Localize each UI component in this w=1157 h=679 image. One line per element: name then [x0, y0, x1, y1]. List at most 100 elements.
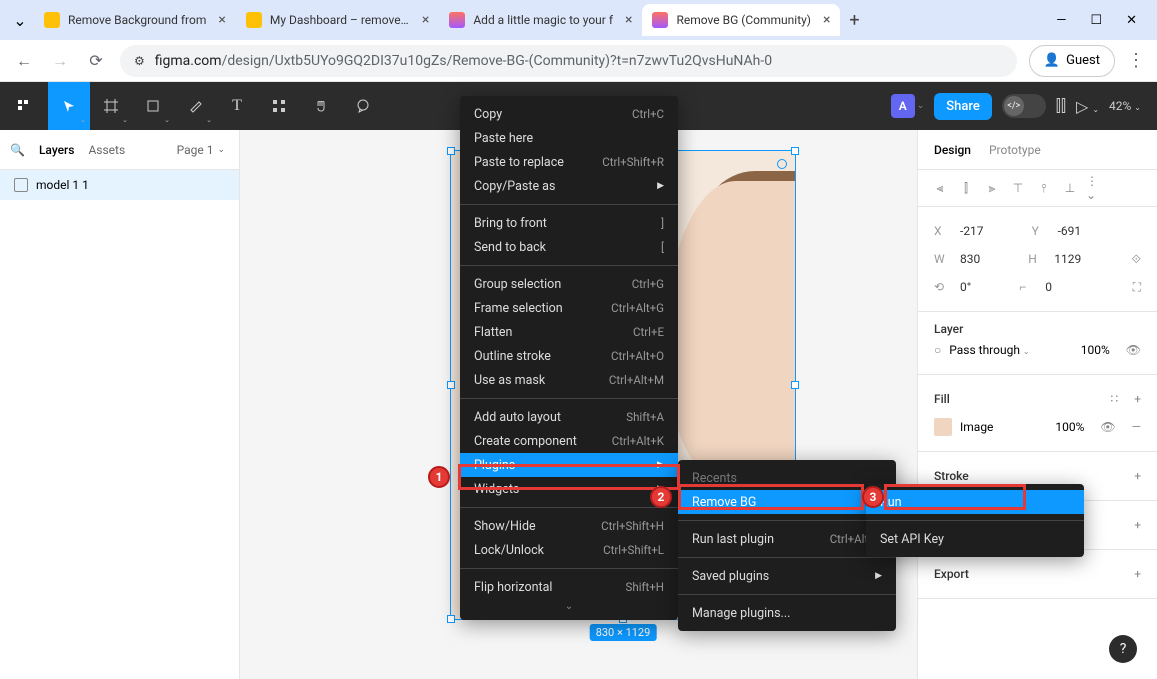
- search-icon[interactable]: 🔍: [10, 143, 25, 157]
- hand-tool[interactable]: [300, 82, 342, 130]
- site-info-icon[interactable]: ⚙: [134, 54, 145, 68]
- align-left-icon[interactable]: ⫷: [930, 178, 950, 198]
- minimize-icon[interactable]: —: [1056, 13, 1066, 28]
- frame-tool[interactable]: ⌄: [90, 82, 132, 130]
- styles-icon[interactable]: ∷: [1111, 392, 1119, 406]
- comment-tool[interactable]: [342, 82, 384, 130]
- assets-tab[interactable]: Assets: [88, 143, 125, 157]
- help-button[interactable]: ?: [1109, 635, 1137, 663]
- present-button[interactable]: ▷ ⌄: [1076, 97, 1099, 116]
- zoom-level[interactable]: 42% ⌄: [1109, 99, 1141, 113]
- back-button[interactable]: ←: [12, 49, 36, 73]
- align-hcenter-icon[interactable]: ⫿: [956, 178, 976, 198]
- independent-corners-icon[interactable]: ⛶: [1133, 280, 1141, 295]
- radius-input[interactable]: 0: [1045, 280, 1052, 294]
- visibility-icon[interactable]: 👁: [1126, 343, 1141, 357]
- text-tool[interactable]: T: [216, 82, 258, 130]
- menu-item[interactable]: Paste here: [460, 126, 678, 150]
- menu-item[interactable]: Add auto layoutShift+A: [460, 405, 678, 429]
- browser-tab-active[interactable]: Remove BG (Community) ×: [642, 4, 840, 36]
- resize-handle[interactable]: [447, 615, 455, 623]
- menu-item[interactable]: Saved plugins▶: [678, 564, 896, 588]
- menu-item[interactable]: Widgets▶: [460, 477, 678, 501]
- pen-tool[interactable]: ⌄: [174, 82, 216, 130]
- align-vcenter-icon[interactable]: ⫯: [1034, 178, 1054, 198]
- add-export-button[interactable]: +: [1134, 567, 1141, 581]
- tab-search-dropdown[interactable]: ⌄: [6, 6, 34, 34]
- resources-tool[interactable]: [258, 82, 300, 130]
- close-icon[interactable]: ×: [625, 12, 632, 28]
- close-icon[interactable]: ×: [823, 12, 830, 28]
- align-top-icon[interactable]: ⊤: [1008, 178, 1028, 198]
- resize-handle[interactable]: [447, 381, 455, 389]
- browser-tab[interactable]: Add a little magic to your f ×: [439, 4, 642, 36]
- add-fill-button[interactable]: +: [1134, 392, 1141, 406]
- remove-fill-button[interactable]: —: [1132, 420, 1141, 434]
- add-effect-button[interactable]: +: [1134, 518, 1141, 532]
- rotation-input[interactable]: 0°: [960, 280, 971, 294]
- profile-button[interactable]: 👤 Guest: [1029, 45, 1115, 77]
- maximize-icon[interactable]: ☐: [1090, 13, 1102, 28]
- shape-tool[interactable]: ⌄: [132, 82, 174, 130]
- menu-item[interactable]: Frame selectionCtrl+Alt+G: [460, 296, 678, 320]
- close-icon[interactable]: ×: [218, 12, 225, 28]
- resize-handle[interactable]: [447, 147, 455, 155]
- y-input[interactable]: -691: [1058, 224, 1082, 238]
- page-selector[interactable]: Page 1⌄: [177, 143, 225, 157]
- menu-item[interactable]: Send to back[: [460, 235, 678, 259]
- reload-button[interactable]: ⟳: [84, 49, 108, 73]
- menu-item[interactable]: Group selectionCtrl+G: [460, 272, 678, 296]
- new-tab-button[interactable]: +: [840, 10, 868, 31]
- menu-item[interactable]: Copy/Paste as▶: [460, 174, 678, 198]
- prototype-tab[interactable]: Prototype: [989, 143, 1041, 157]
- resize-handle[interactable]: [791, 381, 799, 389]
- distribute-icon[interactable]: ⋮ ⌄: [1086, 178, 1106, 198]
- rotate-handle[interactable]: [777, 159, 787, 169]
- fill-type[interactable]: Image: [960, 420, 993, 434]
- blend-mode-select[interactable]: Pass through ⌄: [949, 343, 1029, 357]
- layer-row-selected[interactable]: model 1 1: [0, 170, 239, 200]
- menu-scroll-down-icon[interactable]: ⌄: [460, 599, 678, 614]
- dev-mode-toggle[interactable]: </>: [1002, 94, 1046, 118]
- menu-item[interactable]: Paste to replaceCtrl+Shift+R: [460, 150, 678, 174]
- menu-item[interactable]: Set API Key: [866, 527, 1084, 551]
- opacity-input[interactable]: 100%: [1081, 343, 1110, 357]
- menu-item[interactable]: Lock/UnlockCtrl+Shift+L: [460, 538, 678, 562]
- chevron-down-icon[interactable]: ⌄: [917, 101, 925, 111]
- library-icon[interactable]: ⫿⫿: [1056, 96, 1066, 116]
- fill-opacity[interactable]: 100%: [1055, 420, 1084, 434]
- w-input[interactable]: 830: [960, 252, 980, 266]
- menu-item[interactable]: Show/HideCtrl+Shift+H: [460, 514, 678, 538]
- design-tab[interactable]: Design: [934, 143, 971, 157]
- constrain-icon[interactable]: ⟐: [1132, 252, 1141, 267]
- browser-menu-button[interactable]: ⋮: [1127, 50, 1145, 71]
- add-stroke-button[interactable]: +: [1134, 469, 1141, 483]
- move-tool[interactable]: ⌄: [48, 82, 90, 130]
- h-input[interactable]: 1129: [1054, 252, 1081, 266]
- menu-item[interactable]: Plugins▶: [460, 453, 678, 477]
- layers-tab[interactable]: Layers: [39, 143, 75, 157]
- browser-tab[interactable]: Remove Background from ×: [34, 4, 236, 36]
- menu-item[interactable]: Run last pluginCtrl+Alt+P: [678, 527, 896, 551]
- close-icon[interactable]: ×: [422, 12, 429, 28]
- menu-item[interactable]: Use as maskCtrl+Alt+M: [460, 368, 678, 392]
- menu-item[interactable]: Create componentCtrl+Alt+K: [460, 429, 678, 453]
- align-bottom-icon[interactable]: ⊥: [1060, 178, 1080, 198]
- close-window-icon[interactable]: ✕: [1126, 13, 1137, 28]
- browser-tab[interactable]: My Dashboard – remove.b ×: [236, 4, 439, 36]
- menu-item[interactable]: FlattenCtrl+E: [460, 320, 678, 344]
- menu-item[interactable]: Flip horizontalShift+H: [460, 575, 678, 599]
- menu-item[interactable]: Outline strokeCtrl+Alt+O: [460, 344, 678, 368]
- address-bar[interactable]: ⚙ figma.com/design/Uxtb5UYo9GQ2DI37u10gZ…: [120, 45, 1017, 77]
- fill-swatch[interactable]: [934, 418, 952, 436]
- share-button[interactable]: Share: [934, 93, 992, 120]
- menu-item[interactable]: Bring to front]: [460, 211, 678, 235]
- menu-item[interactable]: Run: [866, 490, 1084, 514]
- x-input[interactable]: -217: [960, 224, 984, 238]
- visibility-icon[interactable]: 👁: [1100, 420, 1115, 434]
- avatar[interactable]: A: [891, 94, 915, 118]
- align-right-icon[interactable]: ⫸: [982, 178, 1002, 198]
- forward-button[interactable]: →: [48, 49, 72, 73]
- menu-item[interactable]: CopyCtrl+C: [460, 102, 678, 126]
- menu-item[interactable]: Manage plugins...: [678, 601, 896, 625]
